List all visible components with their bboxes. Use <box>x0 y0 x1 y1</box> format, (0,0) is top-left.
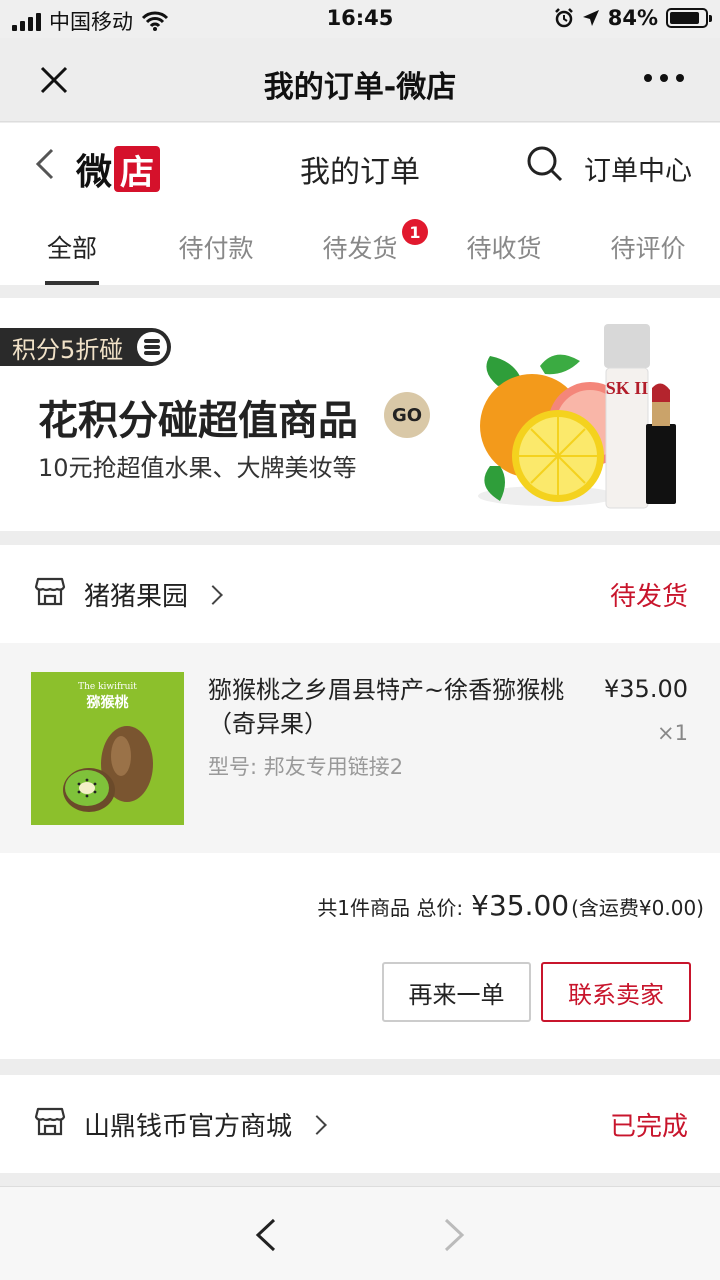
tab-label: 待评价 <box>610 234 686 263</box>
thumb-title-cn: 猕猴桃 <box>86 695 129 711</box>
battery-fill <box>670 12 699 24</box>
fruit-cosmetics-image: SK II <box>478 324 676 509</box>
shipping-fee: (含运费¥0.00) <box>571 896 704 920</box>
promo-pill-label: 积分5折碰 <box>12 335 124 364</box>
shop-icon <box>34 577 66 606</box>
tab-pending-review[interactable]: 待评价 <box>576 207 720 285</box>
go-button[interactable]: GO <box>384 392 430 438</box>
tab-pending-payment[interactable]: 待付款 <box>144 207 288 285</box>
product-name: 猕猴桃之乡眉县特产~徐香猕猴桃（奇异果） <box>208 676 565 738</box>
order-card: 山鼎钱币官方商城 已完成 <box>0 1075 720 1173</box>
forward-arrow-icon[interactable] <box>442 1217 468 1253</box>
alarm-icon <box>554 8 573 28</box>
wechat-nav-bar: 我的订单-微店 <box>0 38 720 122</box>
count-badge: 1 <box>402 219 428 245</box>
shop-icon <box>34 1107 66 1136</box>
logo-mark: 店 <box>114 146 161 193</box>
location-arrow-icon <box>582 10 599 26</box>
chevron-right-icon <box>307 1114 327 1135</box>
promo-title: 花积分碰超值商品 <box>38 398 358 444</box>
search-icon[interactable] <box>526 145 564 183</box>
status-bar: 中国移动 16:45 84% <box>0 0 720 38</box>
page-title: 我的订单-微店 <box>263 70 457 105</box>
order-total-row: 共1件商品 总价: ¥35.00 (含运费¥0.00) <box>317 889 704 922</box>
status-right: 84% <box>554 6 712 30</box>
contact-seller-button[interactable]: 联系卖家 <box>541 962 691 1022</box>
tab-label: 全部 <box>46 234 97 263</box>
tab-pending-receipt[interactable]: 待收货 <box>432 207 576 285</box>
shop-row[interactable]: 山鼎钱币官方商城 已完成 <box>0 1075 720 1173</box>
more-icon[interactable] <box>644 74 684 82</box>
order-status: 已完成 <box>609 1112 688 1142</box>
reorder-button[interactable]: 再来一单 <box>382 962 531 1022</box>
promo-subtitle: 10元抢超值水果、大牌美妆等 <box>38 454 357 482</box>
order-tabs: 全部 待付款 待发货 1 待收货 待评价 <box>0 207 720 285</box>
tab-all[interactable]: 全部 <box>0 207 144 285</box>
chevron-right-icon <box>203 584 223 605</box>
shop-name-label: 山鼎钱币官方商城 <box>84 1112 293 1142</box>
order-status: 待发货 <box>609 582 688 612</box>
shop-row[interactable]: 猪猪果园 待发货 <box>0 545 720 643</box>
back-arrow-icon[interactable] <box>252 1217 278 1253</box>
product-thumbnail: The kiwifruit 猕猴桃 <box>31 672 184 825</box>
tab-label: 待付款 <box>178 234 254 263</box>
promo-banner[interactable]: 积分5折碰 花积分碰超值商品 GO 10元抢超值水果、大牌美妆等 SK II <box>0 298 720 531</box>
shop-name[interactable]: 猪猪果园 <box>84 576 223 613</box>
coin-stack-icon <box>137 332 168 362</box>
order-item[interactable]: The kiwifruit 猕猴桃 猕猴桃之乡眉县特产~徐香猕猴桃（奇异果） 型… <box>0 643 720 853</box>
battery-icon <box>666 8 712 28</box>
order-center-link[interactable]: 订单中心 <box>584 149 692 188</box>
weidian-logo[interactable]: 微 店 <box>76 143 161 195</box>
shop-name[interactable]: 山鼎钱币官方商城 <box>84 1106 327 1143</box>
product-spec: 型号: 邦友专用链接2 <box>208 755 404 779</box>
total-amount: ¥35.00 <box>471 889 570 922</box>
product-label: SK II <box>606 378 649 398</box>
shop-name-label: 猪猪果园 <box>84 582 189 612</box>
kiwi-image <box>63 726 153 812</box>
item-count-label: 共1件商品 总价: <box>317 896 464 920</box>
tab-pending-shipment[interactable]: 待发货 1 <box>288 207 432 285</box>
logo-text: 微 <box>76 151 113 193</box>
store-header: 微 店 我的订单 订单中心 <box>0 123 720 207</box>
product-quantity: ×1 <box>657 721 688 745</box>
promo-pill: 积分5折碰 <box>0 328 172 366</box>
browser-toolbar <box>0 1186 720 1280</box>
battery-percent: 84% <box>607 6 658 30</box>
tab-label: 待发货 <box>322 234 398 263</box>
order-card: 猪猪果园 待发货 The kiwifruit 猕猴桃 猕猴桃之乡眉县特产~徐香猕… <box>0 545 720 1059</box>
tab-label: 待收货 <box>466 234 542 263</box>
product-price: ¥35.00 <box>604 675 688 703</box>
thumb-title-en: The kiwifruit <box>78 682 137 692</box>
back-icon[interactable] <box>34 147 56 181</box>
